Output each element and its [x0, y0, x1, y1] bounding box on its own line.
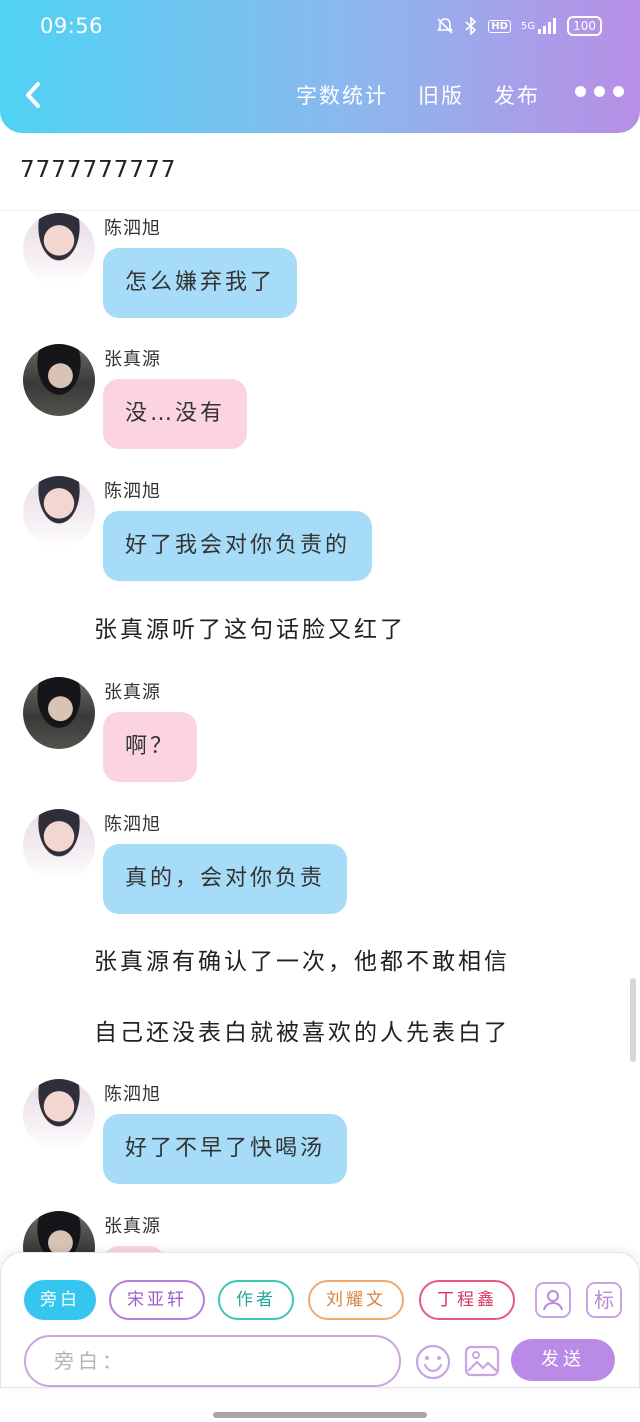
publish-button[interactable]: 发布: [494, 80, 540, 110]
speaker-name: 张真源: [104, 349, 161, 370]
chevron-left-icon: [26, 82, 40, 108]
emoji-icon: [415, 1344, 451, 1380]
role-chip[interactable]: 刘耀文: [308, 1280, 404, 1320]
speaker-name: 张真源: [104, 1216, 161, 1237]
chat-area[interactable]: 陈泗旭 怎么嫌弃我了 张真源 没…没有 陈泗旭 好了我会对你负责的 张真源听了这…: [0, 212, 640, 1252]
more-dots-icon[interactable]: [575, 86, 624, 97]
composer-panel: 旁白 宋亚轩 作者 刘耀文 丁程鑫 标 旁白： 发送: [0, 1252, 640, 1388]
speaker-name: 陈泗旭: [104, 481, 161, 502]
speaker-name: 陈泗旭: [104, 1084, 161, 1105]
avatar[interactable]: [23, 476, 95, 548]
message-bubble[interactable]: 真的，会对你负责: [103, 844, 348, 914]
image-button[interactable]: [464, 1343, 500, 1379]
avatar[interactable]: [23, 677, 95, 749]
title-row: 7777777777: [0, 133, 640, 211]
status-time: 09:56: [40, 14, 104, 38]
role-chip-narration[interactable]: 旁白: [24, 1280, 96, 1320]
role-chip-author[interactable]: 作者: [218, 1280, 294, 1320]
bluetooth-icon: [464, 17, 478, 35]
speaker-name: 陈泗旭: [104, 218, 161, 239]
emoji-button[interactable]: [414, 1343, 452, 1381]
message-bubble[interactable]: 好了不早了快喝汤: [103, 1114, 348, 1184]
word-count-button[interactable]: 字数统计: [296, 80, 388, 110]
role-chip[interactable]: 丁程鑫: [419, 1280, 515, 1320]
speaker-name: 陈泗旭: [104, 814, 161, 835]
speaker-name: 张真源: [104, 682, 161, 703]
bell-mute-icon: [436, 17, 454, 35]
battery-icon: 100: [567, 16, 602, 36]
avatar[interactable]: [23, 213, 95, 285]
back-button[interactable]: [20, 78, 48, 112]
signal-5g-icon: 5G: [521, 18, 557, 34]
network-label: 5G: [520, 20, 536, 32]
avatar[interactable]: [23, 1211, 95, 1252]
scrollbar-thumb[interactable]: [630, 978, 636, 1062]
hd-icon: HD: [488, 19, 511, 33]
role-chip[interactable]: 宋亚轩: [109, 1280, 205, 1320]
avatar[interactable]: [23, 344, 95, 416]
status-icons: HD 5G 100: [436, 16, 602, 36]
contact-icon: [543, 1290, 563, 1311]
home-indicator[interactable]: [213, 1412, 427, 1418]
message-bubble[interactable]: 没…没有: [103, 379, 248, 449]
narration-text[interactable]: 张真源有确认了一次，他都不敢相信: [94, 942, 510, 976]
contact-button[interactable]: [535, 1282, 571, 1318]
message-bubble[interactable]: 好了我会对你负责的: [103, 511, 373, 581]
old-version-button[interactable]: 旧版: [418, 80, 464, 110]
message-bubble[interactable]: 啊？: [103, 712, 198, 782]
narration-text[interactable]: 张真源听了这句话脸又红了: [94, 610, 406, 644]
message-bubble[interactable]: 怎么嫌弃我了: [103, 248, 298, 318]
avatar[interactable]: [23, 1079, 95, 1151]
top-header: 09:56 HD 5G 100 字数统计 旧版 发布: [0, 0, 640, 133]
mark-button[interactable]: 标: [586, 1282, 622, 1318]
avatar[interactable]: [23, 809, 95, 881]
header-actions: 字数统计 旧版 发布: [296, 80, 540, 110]
narration-text[interactable]: 自己还没表白就被喜欢的人先表白了: [94, 1013, 510, 1047]
message-input[interactable]: 旁白：: [24, 1335, 401, 1387]
story-title[interactable]: 7777777777: [20, 157, 176, 183]
send-button[interactable]: 发送: [511, 1339, 615, 1381]
image-icon: [464, 1345, 500, 1377]
